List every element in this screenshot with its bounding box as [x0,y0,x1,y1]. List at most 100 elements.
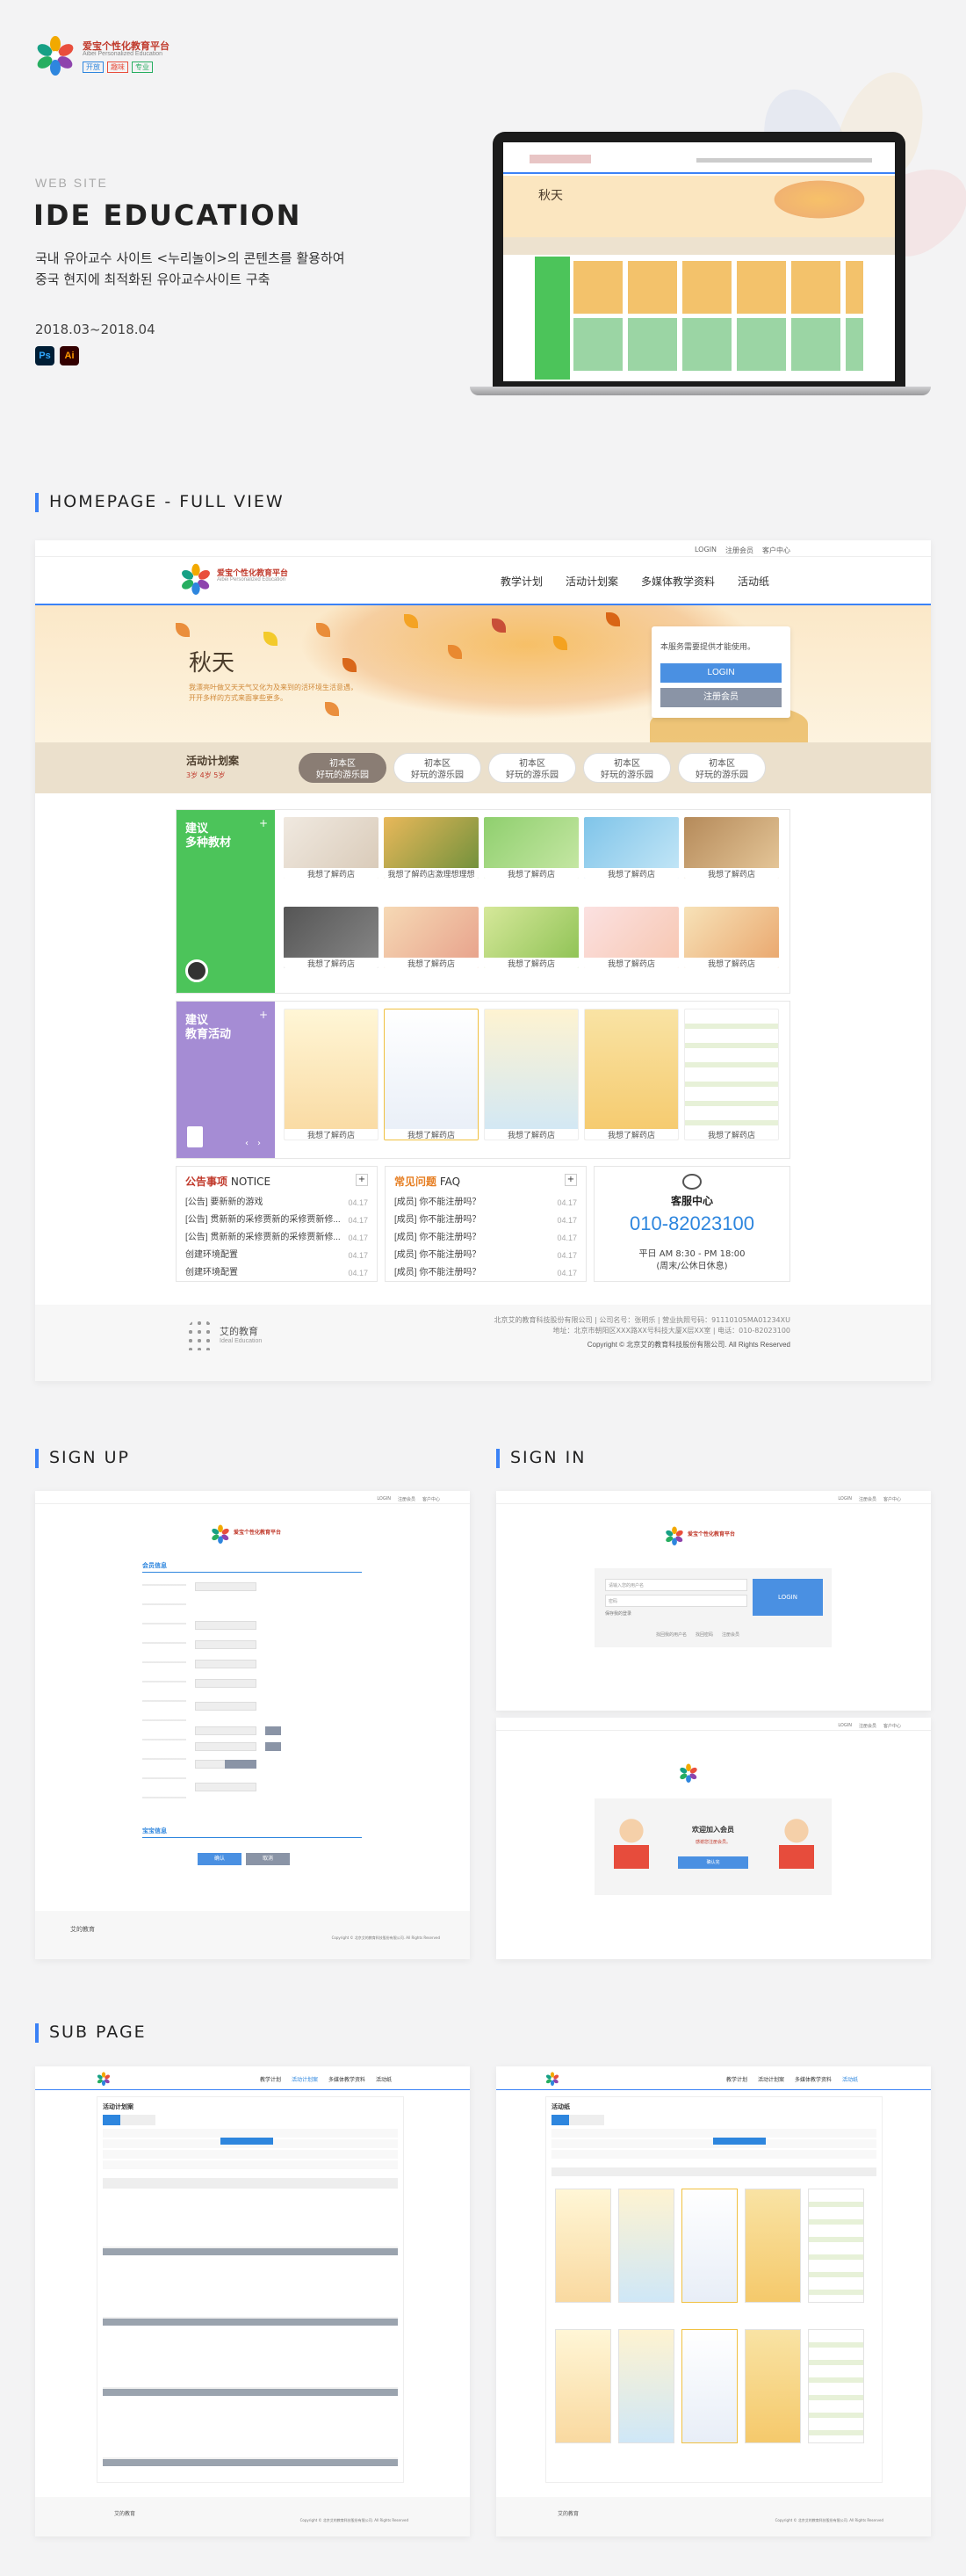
material-card[interactable]: 我想了解药店 [484,907,579,968]
util-login-link[interactable]: LOGIN [377,1496,391,1502]
form-field[interactable] [195,1726,256,1735]
remember-checkbox[interactable]: 保存我的登录 [605,1610,631,1617]
material-card[interactable]: 我想了解药店 [484,817,579,879]
nav-multimedia[interactable]: 多媒体教学资料 [795,2075,832,2083]
nav-multimedia[interactable]: 多媒体教学资料 [328,2075,365,2083]
form-field[interactable] [195,1783,256,1791]
faq-item[interactable]: [成员] 你不能注册吗？ 04.17 [394,1212,577,1229]
util-support-link[interactable]: 客户中心 [422,1496,440,1502]
worksheet-thumb[interactable] [745,2189,801,2303]
form-field[interactable] [195,1660,256,1668]
edu-card[interactable]: 我想了解药店 [284,1009,378,1140]
search-bar[interactable] [103,2178,398,2189]
footer-logo-text: 艾的教育 [114,2511,136,2517]
chevron-left-icon[interactable]: ‹ [245,1139,249,1148]
worksheet-thumb[interactable] [618,2189,674,2303]
form-field[interactable] [195,1640,256,1649]
search-bar[interactable] [551,2167,876,2176]
nav-worksheets[interactable]: 活动纸 [738,574,769,589]
verify-button[interactable] [265,1742,281,1751]
chevron-right-icon[interactable]: › [257,1139,261,1148]
worksheet-thumb[interactable] [555,2189,611,2303]
edu-card[interactable]: 我想了解药店 [584,1009,679,1140]
plus-icon[interactable]: + [259,817,268,829]
filter-grid[interactable] [103,2129,398,2169]
worksheet-thumb[interactable] [745,2329,801,2443]
activity-pill[interactable]: 初本区 好玩的游乐园 [299,753,386,783]
find-password-link[interactable]: 找回密码 [696,1632,713,1638]
cancel-button[interactable]: 取消 [246,1853,290,1865]
register-link[interactable]: 注册会员 [722,1632,739,1638]
plus-icon[interactable]: + [356,1174,368,1186]
find-id-link[interactable]: 找回我的用户名 [656,1632,687,1638]
site-logo[interactable]: 爱宝个性化教育平台 Aibei Personalized Education [180,563,312,598]
notice-item[interactable]: [公告] 要新新的游戏 04.17 [185,1194,368,1212]
plus-icon[interactable]: + [565,1174,577,1186]
password-input[interactable]: 密码 [605,1595,747,1607]
util-support-link[interactable]: 客户中心 [762,546,790,555]
form-field[interactable] [195,1742,256,1751]
form-field[interactable] [195,1582,256,1591]
activity-pill[interactable]: 初本区 好玩的游乐园 [393,753,481,783]
util-login-link[interactable]: LOGIN [838,1496,852,1502]
welcome-confirm-button[interactable]: 确认完 [678,1856,748,1869]
worksheet-thumb[interactable] [681,2189,738,2303]
material-card[interactable]: 我想了解药店 [284,907,378,968]
nav-teaching-plan[interactable]: 教学计划 [501,574,543,589]
material-card[interactable]: 我想了解药店 [684,907,779,968]
activity-pill[interactable]: 初本区 好玩的游乐园 [488,753,576,783]
faq-item[interactable]: [成员] 你不能注册吗？ 04.17 [394,1247,577,1264]
util-login-link[interactable]: LOGIN [838,1723,852,1729]
material-card[interactable]: 我想了解药店 [584,817,679,879]
login-button[interactable]: LOGIN [660,663,782,683]
nav-teaching-plan[interactable]: 教学计划 [260,2075,281,2083]
worksheet-thumb[interactable] [618,2329,674,2443]
nav-worksheets[interactable]: 活动纸 [842,2075,858,2083]
faq-item[interactable]: [成员] 你不能注册吗？ 04.17 [394,1264,577,1282]
edu-card[interactable]: 我想了解药店 [384,1009,479,1140]
notice-item[interactable]: [公告] 贯新新的采修贾新的采修贾新修... 04.17 [185,1229,368,1247]
form-field[interactable] [195,1621,256,1630]
util-support-link[interactable]: 客户中心 [883,1496,901,1502]
edu-card[interactable]: 我想了解药店 [484,1009,579,1140]
nav-worksheets[interactable]: 活动纸 [376,2075,392,2083]
username-input[interactable]: 请输入您的用户名 [605,1579,747,1591]
form-field[interactable] [195,1679,256,1688]
confirm-button[interactable]: 确认 [198,1853,242,1865]
material-card[interactable]: 我想了解药店 [384,907,479,968]
util-support-link[interactable]: 客户中心 [883,1723,901,1729]
worksheet-thumb[interactable] [555,2329,611,2443]
activity-pill[interactable]: 初本区 好玩的游乐园 [678,753,766,783]
nav-activity-plan[interactable]: 活动计划案 [292,2075,318,2083]
nav-activity-plan[interactable]: 活动计划案 [758,2075,784,2083]
nav-activity-plan[interactable]: 活动计划案 [566,574,618,589]
notice-item[interactable]: 创建环境配置 04.17 [185,1264,368,1282]
notice-item[interactable]: [公告] 贯新新的采修贾新的采修贾新修... 04.17 [185,1212,368,1229]
material-card[interactable]: 我想了解药店 [684,817,779,879]
util-register-link[interactable]: 注册会员 [859,1723,876,1729]
util-register-link[interactable]: 注册会员 [859,1496,876,1502]
nav-multimedia[interactable]: 多媒体教学资料 [641,574,715,589]
notice-item[interactable]: 创建环境配置 04.17 [185,1247,368,1264]
worksheet-thumb[interactable] [808,2189,864,2303]
filter-grid[interactable] [551,2129,876,2160]
material-card[interactable]: 我想了解药店 [584,907,679,968]
material-card[interactable]: 我想了解药店激理想理想 [384,817,479,879]
activity-pill[interactable]: 初本区 好玩的游乐园 [583,753,671,783]
worksheet-thumb[interactable] [681,2329,738,2443]
form-field[interactable] [195,1702,256,1711]
login-button[interactable]: LOGIN [753,1579,823,1616]
edu-card[interactable]: 我想了解药店 [684,1009,779,1140]
plus-icon[interactable]: + [259,1009,268,1021]
send-button[interactable] [265,1726,281,1735]
worksheet-thumb[interactable] [808,2329,864,2443]
util-login-link[interactable]: LOGIN [695,546,717,555]
util-register-link[interactable]: 注册会员 [398,1496,415,1502]
check-button[interactable] [225,1760,256,1769]
faq-item[interactable]: [成员] 你不能注册吗？ 04.17 [394,1229,577,1247]
faq-item[interactable]: [成员] 你不能注册吗？ 04.17 [394,1194,577,1212]
material-card[interactable]: 我想了解药店 [284,817,378,879]
nav-teaching-plan[interactable]: 教学计划 [726,2075,747,2083]
util-register-link[interactable]: 注册会员 [725,546,753,555]
register-button[interactable]: 注册会员 [660,688,782,707]
